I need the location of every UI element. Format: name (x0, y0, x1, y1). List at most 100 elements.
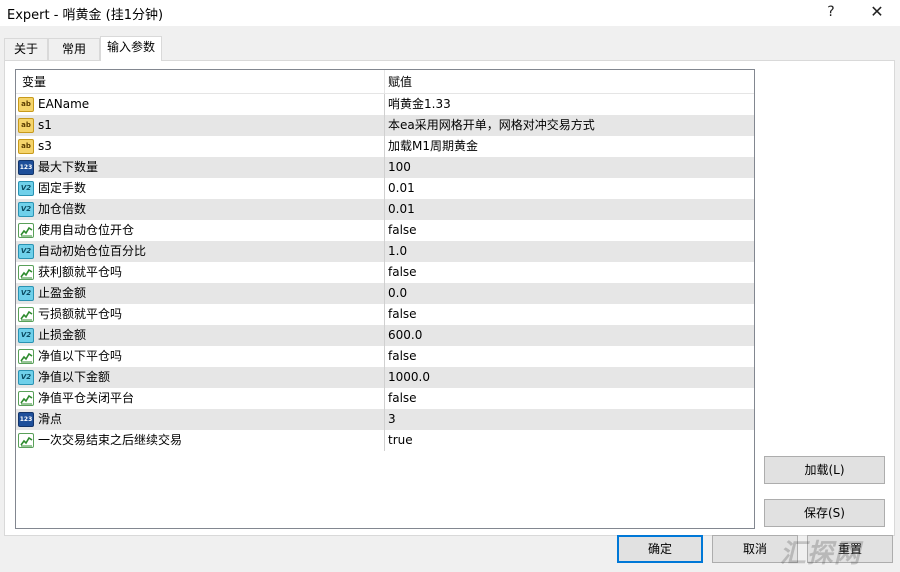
ok-button[interactable]: 确定 (617, 535, 703, 563)
integer-icon: 123 (18, 160, 34, 175)
double-icon: V2 (18, 181, 34, 196)
string-icon: ab (18, 139, 34, 154)
double-icon: V2 (18, 244, 34, 259)
double-icon: V2 (18, 286, 34, 301)
variable-cell: 亏损额就平仓吗 (16, 304, 385, 325)
close-button[interactable]: ✕ (854, 0, 900, 26)
variable-name: s3 (38, 139, 52, 153)
value-cell[interactable]: 600.0 (388, 325, 422, 346)
variable-name: EAName (38, 97, 90, 111)
variable-name: 加仓倍数 (38, 202, 87, 216)
tab-inputs[interactable]: 输入参数 (100, 36, 162, 61)
value-cell[interactable]: false (388, 262, 417, 283)
variable-cell: 一次交易结束之后继续交易 (16, 430, 385, 451)
bool-icon (18, 391, 34, 406)
variable-cell: V2 止损金额 (16, 325, 385, 346)
table-row[interactable]: V2 固定手数 0.01 (16, 178, 754, 199)
variable-name: 亏损额就平仓吗 (38, 307, 123, 321)
column-header-variable[interactable]: 变量 (16, 70, 385, 94)
value-cell[interactable]: 0.0 (388, 283, 407, 304)
variable-cell: V2 净值以下金额 (16, 367, 385, 388)
value-cell[interactable]: 1000.0 (388, 367, 430, 388)
integer-icon: 123 (18, 412, 34, 427)
table-row[interactable]: V2 自动初始仓位百分比 1.0 (16, 241, 754, 262)
variable-cell: V2 自动初始仓位百分比 (16, 241, 385, 262)
tab-common[interactable]: 常用 (48, 38, 100, 60)
value-cell[interactable]: 加载M1周期黄金 (388, 136, 478, 157)
variable-name: 止损金额 (38, 328, 87, 342)
variable-name: 净值以下平仓吗 (38, 349, 123, 363)
value-cell[interactable]: false (388, 304, 417, 325)
variable-cell: 123 最大下数量 (16, 157, 385, 178)
table-row[interactable]: V2 加仓倍数 0.01 (16, 199, 754, 220)
help-button[interactable]: ? (808, 0, 854, 26)
title-bar: Expert - 哨黄金 (挂1分钟) ? ✕ (0, 0, 900, 26)
table-row[interactable]: ab s1 本ea采用网格开单，网格对冲交易方式 (16, 115, 754, 136)
bool-icon (18, 223, 34, 238)
grid-header: 变量 赋值 (16, 70, 754, 94)
variable-name: 止盈金额 (38, 286, 87, 300)
variable-cell: 使用自动仓位开仓 (16, 220, 385, 241)
bool-icon (18, 307, 34, 322)
variable-name: 使用自动仓位开仓 (38, 223, 135, 237)
value-cell[interactable]: 本ea采用网格开单，网格对冲交易方式 (388, 115, 595, 136)
string-icon: ab (18, 97, 34, 112)
variable-cell: 净值以下平仓吗 (16, 346, 385, 367)
variable-cell: 123 滑点 (16, 409, 385, 430)
parameters-grid: 变量 赋值 ab EAName 哨黄金1.33 ab s1 本ea采用网格开单，网格对冲交… (15, 69, 755, 529)
value-cell[interactable]: 100 (388, 157, 411, 178)
variable-cell: ab EAName (16, 94, 385, 115)
table-row[interactable]: 亏损额就平仓吗 false (16, 304, 754, 325)
save-button[interactable]: 保存(S) (764, 499, 885, 527)
table-row[interactable]: 净值以下平仓吗 false (16, 346, 754, 367)
table-row[interactable]: ab EAName 哨黄金1.33 (16, 94, 754, 115)
double-icon: V2 (18, 328, 34, 343)
bool-icon (18, 265, 34, 280)
cancel-button[interactable]: 取消 (712, 535, 798, 563)
variable-cell: 获利额就平仓吗 (16, 262, 385, 283)
column-header-value[interactable]: 赋值 (385, 70, 754, 94)
table-row[interactable]: 123 滑点 3 (16, 409, 754, 430)
table-row[interactable]: 使用自动仓位开仓 false (16, 220, 754, 241)
value-cell[interactable]: 3 (388, 409, 396, 430)
table-row[interactable]: V2 止盈金额 0.0 (16, 283, 754, 304)
value-cell[interactable]: 0.01 (388, 178, 415, 199)
grid-rows: ab EAName 哨黄金1.33 ab s1 本ea采用网格开单，网格对冲交易方式 ab s… (16, 94, 754, 451)
variable-cell: V2 固定手数 (16, 178, 385, 199)
variable-cell: ab s3 (16, 136, 385, 157)
table-row[interactable]: V2 止损金额 600.0 (16, 325, 754, 346)
variable-name: 最大下数量 (38, 160, 99, 174)
string-icon: ab (18, 118, 34, 133)
bool-icon (18, 349, 34, 364)
window-title: Expert - 哨黄金 (挂1分钟) (7, 8, 164, 23)
variable-name: 自动初始仓位百分比 (38, 244, 147, 258)
bool-icon (18, 433, 34, 448)
table-row[interactable]: 123 最大下数量 100 (16, 157, 754, 178)
value-cell[interactable]: true (388, 430, 413, 451)
table-row[interactable]: 一次交易结束之后继续交易 true (16, 430, 754, 451)
table-row[interactable]: 获利额就平仓吗 false (16, 262, 754, 283)
value-cell[interactable]: 1.0 (388, 241, 407, 262)
double-icon: V2 (18, 370, 34, 385)
variable-cell: V2 加仓倍数 (16, 199, 385, 220)
value-cell[interactable]: 0.01 (388, 199, 415, 220)
value-cell[interactable]: false (388, 220, 417, 241)
table-row[interactable]: ab s3 加载M1周期黄金 (16, 136, 754, 157)
table-row[interactable]: V2 净值以下金额 1000.0 (16, 367, 754, 388)
reset-button[interactable]: 重置 (807, 535, 893, 563)
load-button[interactable]: 加载(L) (764, 456, 885, 484)
value-cell[interactable]: 哨黄金1.33 (388, 94, 451, 115)
variable-name: 净值以下金额 (38, 370, 111, 384)
double-icon: V2 (18, 202, 34, 217)
value-cell[interactable]: false (388, 388, 417, 409)
tab-about[interactable]: 关于 (4, 38, 48, 60)
variable-name: 滑点 (38, 412, 63, 426)
value-cell[interactable]: false (388, 346, 417, 367)
variable-cell: 净值平仓关闭平台 (16, 388, 385, 409)
variable-cell: V2 止盈金额 (16, 283, 385, 304)
variable-name: 固定手数 (38, 181, 87, 195)
variable-name: 一次交易结束之后继续交易 (38, 433, 183, 447)
table-row[interactable]: 净值平仓关闭平台 false (16, 388, 754, 409)
variable-name: 获利额就平仓吗 (38, 265, 123, 279)
variable-cell: ab s1 (16, 115, 385, 136)
